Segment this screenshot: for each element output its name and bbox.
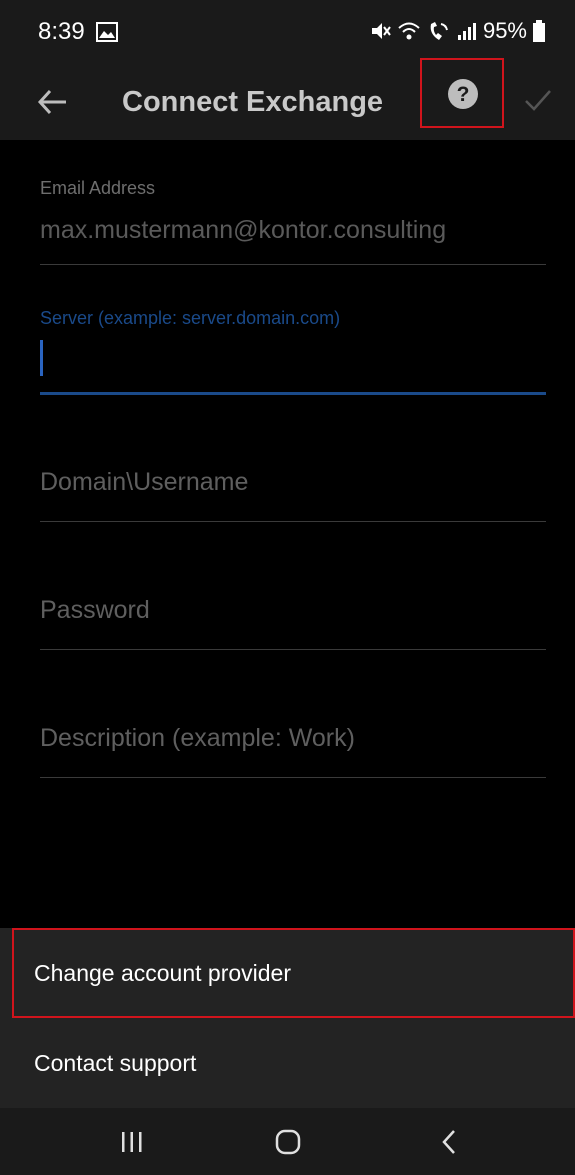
check-icon[interactable]	[522, 84, 554, 116]
change-account-provider-button[interactable]: Change account provider	[12, 928, 575, 1018]
signal-icon	[457, 23, 476, 40]
mute-icon	[371, 23, 391, 39]
password-field[interactable]: Password	[40, 596, 546, 656]
battery-icon	[533, 20, 545, 42]
server-field[interactable]: Server (example: server.domain.com)	[40, 308, 546, 398]
wifi-icon	[398, 22, 420, 40]
email-label: Email Address	[40, 178, 156, 198]
status-time: 8:39	[38, 18, 85, 45]
recent-apps-icon[interactable]	[112, 1122, 152, 1162]
username-field[interactable]: Domain\Username	[40, 468, 546, 528]
navigation-bar	[0, 1108, 575, 1175]
username-input[interactable]: Domain\Username	[40, 468, 248, 497]
help-icon[interactable]: ?	[447, 78, 479, 110]
password-underline	[40, 649, 546, 650]
wifi-call-icon	[430, 22, 448, 40]
description-field[interactable]: Description (example: Work)	[40, 724, 546, 784]
description-underline	[40, 777, 546, 778]
help-button[interactable]: ?	[420, 58, 504, 128]
email-underline	[40, 264, 546, 265]
username-underline	[40, 521, 546, 522]
status-icons: 95%	[369, 18, 545, 44]
back-arrow-icon[interactable]	[36, 82, 70, 122]
svg-text:?: ?	[457, 83, 470, 106]
email-value[interactable]: max.mustermann@kontor.consulting	[40, 216, 446, 245]
description-input[interactable]: Description (example: Work)	[40, 724, 355, 753]
back-icon[interactable]	[430, 1122, 470, 1162]
email-field[interactable]: Email Address max.mustermann@kontor.cons…	[40, 178, 546, 268]
gallery-icon	[96, 22, 118, 42]
change-account-provider-label: Change account provider	[34, 960, 291, 986]
server-label: Server (example: server.domain.com)	[40, 308, 341, 328]
text-cursor	[40, 340, 43, 376]
battery-percent: 95%	[482, 18, 527, 43]
status-bar: 8:39 95%	[0, 0, 575, 64]
contact-support-label: Contact support	[34, 1050, 197, 1076]
toolbar: Connect Exchange ?	[0, 58, 575, 140]
bottom-sheet: Change account provider Contact support	[0, 928, 575, 1108]
contact-support-button[interactable]: Contact support	[0, 1018, 575, 1108]
password-input[interactable]: Password	[40, 596, 150, 625]
server-underline	[40, 392, 546, 395]
page-title: Connect Exchange	[122, 86, 384, 118]
home-icon[interactable]	[268, 1122, 308, 1162]
